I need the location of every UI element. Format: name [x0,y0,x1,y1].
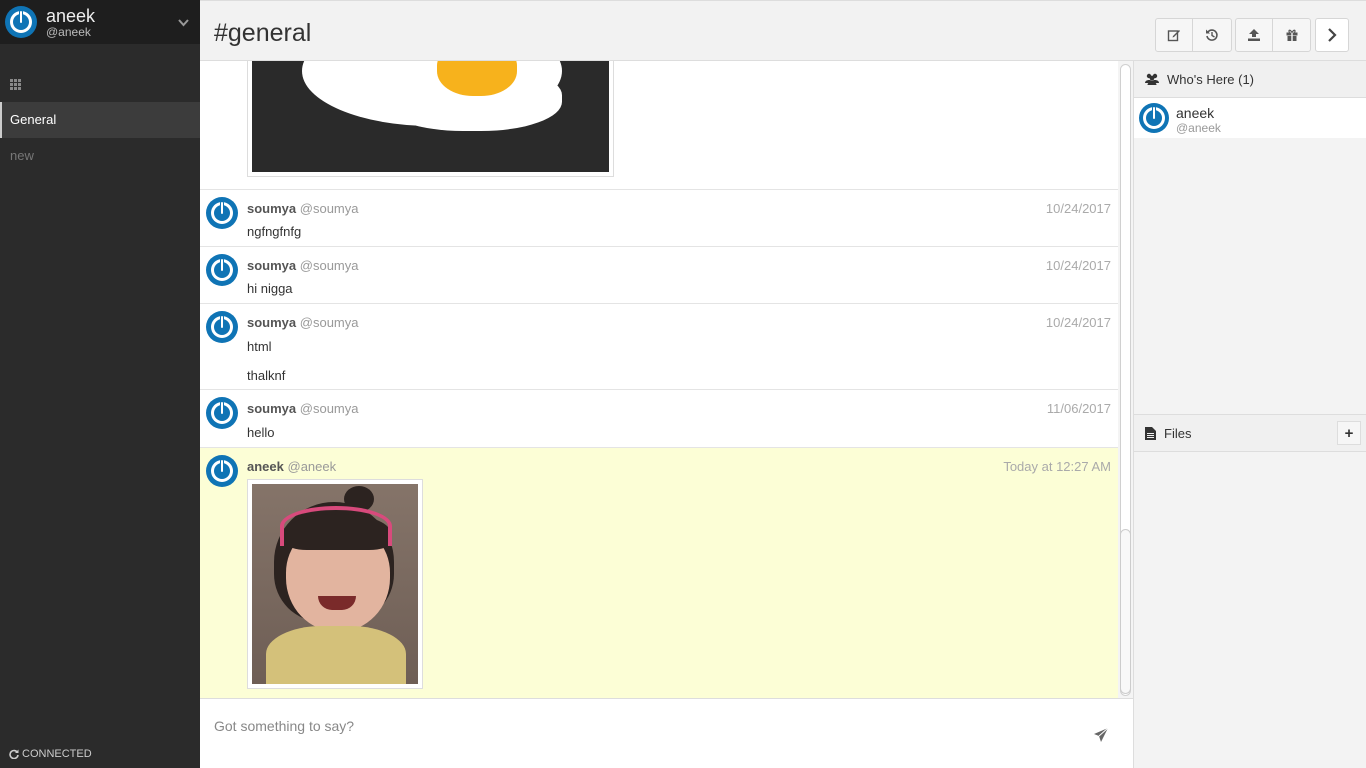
avatar[interactable] [206,311,238,343]
right-panel: Who's Here (1) aneek @aneek Files + [1133,61,1366,768]
message-timestamp: 10/24/2017 [1045,315,1111,330]
file-icon [1145,426,1156,440]
chevron-down-icon[interactable] [178,16,189,30]
whos-here-header: Who's Here (1) [1134,61,1366,98]
message-text: hello [247,425,275,440]
add-file-button[interactable]: + [1337,421,1361,445]
message-scrollbar[interactable] [1118,61,1133,698]
avatar[interactable] [206,455,238,487]
send-icon[interactable] [1093,727,1109,748]
message-item: soumya @soumya 10/24/2017 hi nigga [200,246,1118,303]
message-timestamp: 11/06/2017 [1046,401,1111,416]
avatar[interactable] [206,397,238,429]
photo-image [252,484,418,684]
message-handle: @aneek [287,459,337,474]
upload-icon [1248,29,1260,41]
sidebar-room-new[interactable]: new [0,138,200,174]
user-name: aneek [46,5,96,26]
user-handle: @aneek [46,24,91,39]
history-icon [1206,29,1218,41]
message-author[interactable]: soumya [247,201,296,216]
avatar[interactable] [206,254,238,286]
user-list-handle: @aneek [1176,121,1221,135]
message-item: soumya @soumya 11/06/2017 hello [200,389,1118,447]
sidebar: aneek @aneek General new CONNECTED [0,0,200,768]
message-timestamp: 10/24/2017 [1045,201,1111,216]
user-list-name: aneek [1176,105,1215,121]
toggle-panel-button[interactable] [1315,18,1349,52]
user-avatar [5,6,37,38]
users-icon [1145,73,1159,85]
message-handle: @soumya [299,401,359,416]
chevron-right-icon [1328,28,1337,42]
message-author[interactable]: aneek [247,459,284,474]
message-input[interactable] [214,718,1074,734]
message-image-attachment[interactable] [247,61,614,177]
history-button[interactable] [1192,18,1232,52]
message-list[interactable]: soumya @soumya 10/24/2017 ngfngfnfg soum… [200,61,1118,698]
message-text: thalknf [247,368,286,383]
avatar [1139,103,1169,133]
files-title: Files [1164,425,1192,441]
message-handle: @soumya [299,315,359,330]
apps-grid-icon[interactable] [10,79,21,90]
user-menu[interactable]: aneek @aneek [0,0,200,44]
upload-button[interactable] [1235,18,1273,52]
avatar[interactable] [206,197,238,229]
sidebar-room-general[interactable]: General [0,102,200,138]
room-header: #general [200,0,1366,61]
edit-icon [1167,30,1180,42]
message-item: soumya @soumya 10/24/2017 ngfngfnfg [200,189,1118,246]
message-handle: @soumya [299,201,359,216]
message-handle: @soumya [299,258,359,273]
whos-here-title: Who's Here (1) [1167,71,1255,87]
egg-image [252,61,609,172]
message-image-attachment[interactable] [247,479,423,689]
user-list-item[interactable]: aneek @aneek [1134,98,1366,138]
room-title: #general [214,19,312,47]
message-text: ngfngfnfg [247,224,302,239]
message-author[interactable]: soumya [247,315,296,330]
message-item-highlighted: aneek @aneek Today at 12:27 AM [200,447,1118,698]
message-text: html [247,339,272,354]
refresh-icon [9,749,19,759]
message-author[interactable]: soumya [247,401,296,416]
message-author[interactable]: soumya [247,258,296,273]
gift-icon [1286,29,1297,41]
files-header: Files + [1134,414,1366,452]
message-item: soumya @soumya 10/24/2017 html thalknf [200,303,1118,389]
gift-button[interactable] [1272,18,1311,52]
message-timestamp: 10/24/2017 [1045,258,1111,273]
scroll-thumb[interactable] [1120,529,1131,694]
connection-status-label: CONNECTED [22,748,92,760]
message-text: hi nigga [247,281,293,296]
message-timestamp: Today at 12:27 AM [1003,459,1111,474]
connection-status: CONNECTED [9,748,92,760]
message-composer [200,698,1133,768]
edit-room-button[interactable] [1155,18,1193,52]
